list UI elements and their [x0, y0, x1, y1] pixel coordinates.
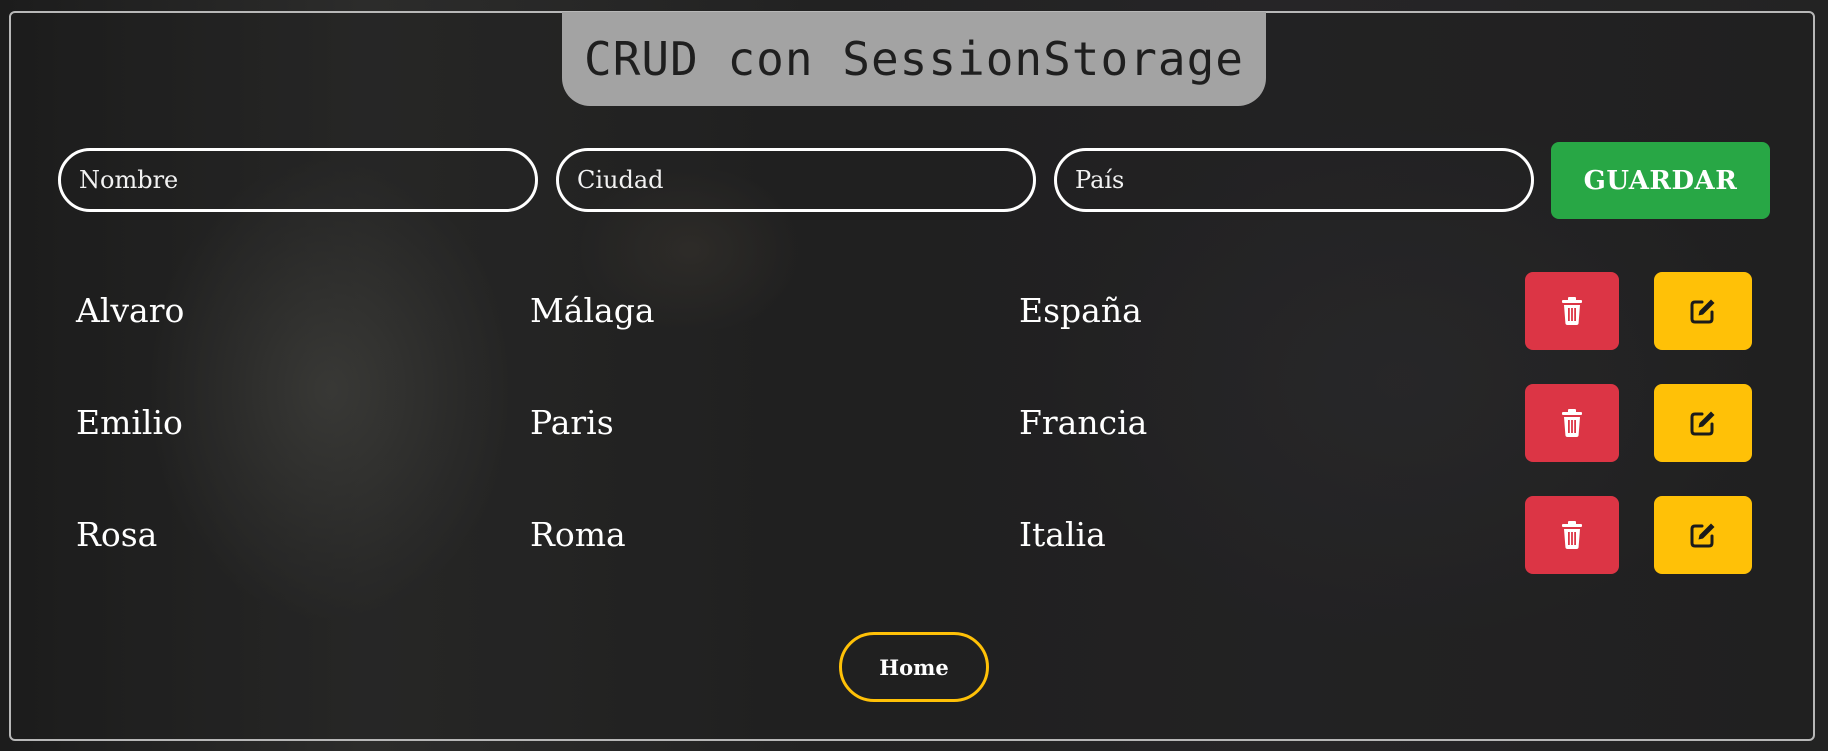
title-banner: CRUD con SessionStorage: [562, 12, 1266, 106]
home-button[interactable]: Home: [839, 632, 989, 702]
edit-icon: [1690, 411, 1715, 436]
trash-icon: [1562, 521, 1582, 549]
table-row: Alvaro Málaga España: [0, 272, 1828, 350]
row-pais: Italia: [1019, 515, 1106, 554]
delete-button[interactable]: [1525, 496, 1619, 574]
pais-input[interactable]: [1054, 148, 1534, 212]
trash-icon: [1562, 409, 1582, 437]
ciudad-input[interactable]: [556, 148, 1036, 212]
edit-icon: [1690, 299, 1715, 324]
delete-button[interactable]: [1525, 272, 1619, 350]
row-pais: España: [1019, 291, 1142, 330]
row-ciudad: Málaga: [530, 291, 655, 330]
page-title: CRUD con SessionStorage: [584, 32, 1244, 86]
edit-icon: [1690, 523, 1715, 548]
edit-button[interactable]: [1654, 272, 1752, 350]
row-nombre: Rosa: [76, 515, 158, 554]
row-pais: Francia: [1019, 403, 1148, 442]
edit-button[interactable]: [1654, 496, 1752, 574]
row-ciudad: Paris: [530, 403, 614, 442]
edit-button[interactable]: [1654, 384, 1752, 462]
table-row: Rosa Roma Italia: [0, 496, 1828, 574]
guardar-button[interactable]: GUARDAR: [1551, 142, 1770, 219]
row-ciudad: Roma: [530, 515, 626, 554]
table-row: Emilio Paris Francia: [0, 384, 1828, 462]
row-nombre: Alvaro: [76, 291, 185, 330]
row-nombre: Emilio: [76, 403, 183, 442]
delete-button[interactable]: [1525, 384, 1619, 462]
nombre-input[interactable]: [58, 148, 538, 212]
trash-icon: [1562, 297, 1582, 325]
